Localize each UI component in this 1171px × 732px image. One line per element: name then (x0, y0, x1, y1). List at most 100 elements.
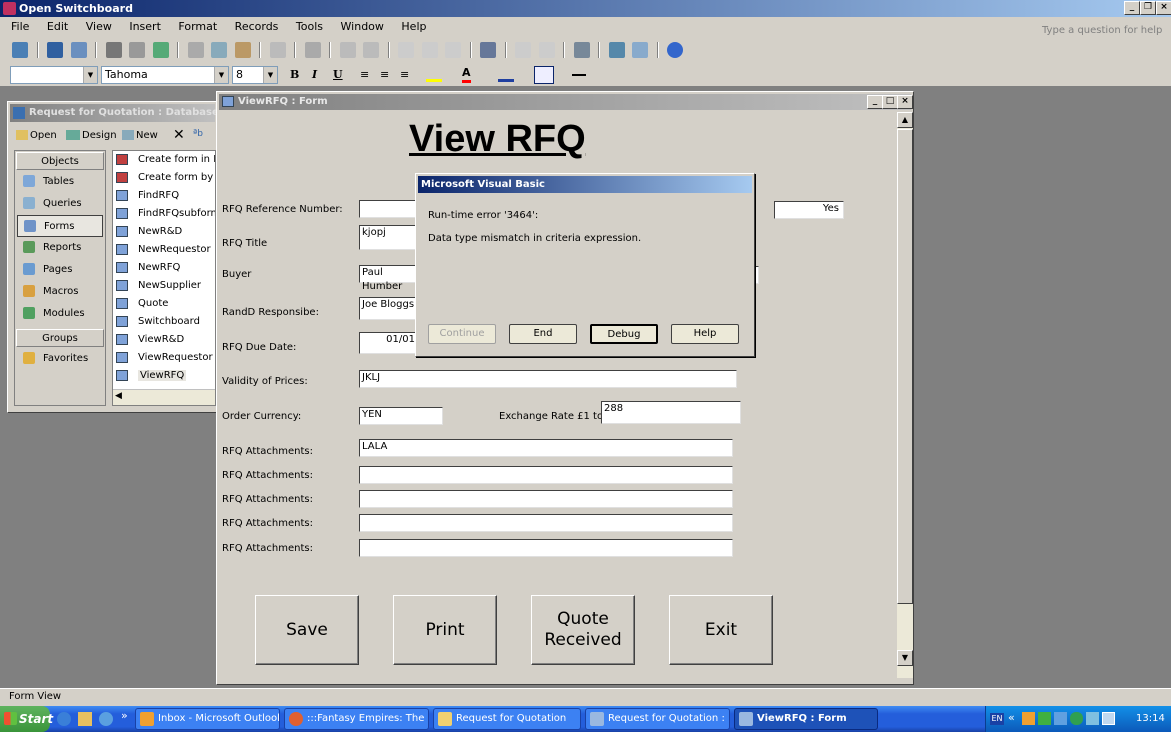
italic-icon[interactable]: I (312, 68, 317, 81)
exit-button[interactable]: Exit (669, 595, 773, 665)
help-button[interactable]: Help (671, 324, 739, 344)
restore-button[interactable]: ❐ (1140, 1, 1156, 15)
quick-launch-browser-icon[interactable] (99, 712, 113, 726)
objects-header[interactable]: Objects (16, 152, 104, 170)
scroll-down-icon[interactable]: ▼ (897, 650, 913, 666)
properties-icon[interactable] (573, 42, 590, 58)
menu-view[interactable]: View (79, 17, 119, 37)
quick-launch-ie-icon[interactable] (57, 712, 71, 726)
objects-pages[interactable]: Pages (17, 259, 103, 281)
help-question-input[interactable]: Type a question for help (1035, 21, 1169, 41)
list-item[interactable]: Quote (113, 295, 215, 313)
menu-file[interactable]: File (4, 17, 36, 37)
print-button[interactable]: Print (393, 595, 497, 665)
attachment-field[interactable]: LALA (359, 439, 733, 457)
attachment-field[interactable] (359, 539, 733, 557)
scroll-up-icon[interactable]: ▲ (897, 112, 913, 128)
tray-security-icon[interactable] (1038, 712, 1051, 725)
list-item[interactable]: NewR&D (113, 223, 215, 241)
scroll-thumb[interactable] (897, 129, 913, 604)
spelling-icon[interactable] (152, 42, 169, 58)
rfq-title-field[interactable]: kjopj (359, 225, 419, 250)
form-minimize-button[interactable]: _ (867, 95, 883, 109)
filter-by-form-icon[interactable] (421, 42, 438, 58)
objects-tables[interactable]: Tables (17, 171, 103, 193)
file-search-icon[interactable] (70, 42, 87, 58)
tray-app-icon[interactable] (1022, 712, 1035, 725)
scroll-left-icon[interactable]: ◀ (115, 391, 122, 401)
list-item[interactable]: NewRFQ (113, 259, 215, 277)
line-width-icon[interactable] (572, 74, 586, 76)
menu-help[interactable]: Help (394, 17, 433, 37)
exchange-rate-field[interactable]: 288 (601, 401, 741, 424)
taskbar-task[interactable]: Request for Quotation (433, 708, 581, 730)
form-close-button[interactable]: × (897, 95, 913, 109)
list-item[interactable]: ViewRequestor (113, 349, 215, 367)
object-combo[interactable]: ▼ (10, 66, 98, 84)
undo-icon[interactable] (269, 42, 286, 58)
list-item[interactable]: NewSupplier (113, 277, 215, 295)
view-icon[interactable] (12, 42, 28, 58)
tray-monitor-icon[interactable] (1102, 712, 1115, 725)
list-item[interactable]: Create form in De (113, 151, 215, 169)
large-icons-icon[interactable]: ªb (193, 129, 203, 139)
list-item[interactable]: Switchboard (113, 313, 215, 331)
tray-device-icon[interactable] (1086, 712, 1099, 725)
list-item[interactable]: ViewR&D (113, 331, 215, 349)
taskbar-task[interactable]: Inbox - Microsoft Outlook (135, 708, 280, 730)
quote-received-button[interactable]: Quote Received (531, 595, 635, 665)
list-item[interactable]: FindRFQsubform (113, 205, 215, 223)
tray-expand-icon[interactable]: « (1008, 711, 1015, 724)
line-color-icon[interactable] (498, 68, 514, 82)
align-center-icon[interactable]: ≡ (380, 68, 389, 81)
sort-ascending-icon[interactable] (339, 42, 356, 58)
open-button[interactable]: Open (16, 130, 57, 141)
groups-favorites[interactable]: Favorites (17, 348, 103, 370)
copy-icon[interactable] (211, 42, 227, 58)
font-color-icon[interactable]: A (462, 66, 471, 83)
continue-button[interactable]: Continue (428, 324, 496, 344)
tray-network-icon[interactable] (1054, 712, 1067, 725)
objects-reports[interactable]: Reports (17, 237, 103, 259)
new-object-icon[interactable] (632, 42, 648, 58)
taskbar-task[interactable]: Request for Quotation : ... (585, 708, 730, 730)
tray-messenger-icon[interactable] (1070, 712, 1083, 725)
horizontal-scrollbar[interactable]: ◀ (113, 389, 215, 405)
cut-icon[interactable] (187, 42, 204, 58)
bold-icon[interactable]: B (290, 68, 299, 81)
apply-filter-icon[interactable] (445, 42, 461, 58)
taskbar-task-active[interactable]: ViewRFQ : Form (734, 708, 878, 730)
list-item[interactable]: FindRFQ (113, 187, 215, 205)
save-icon[interactable] (47, 42, 63, 58)
close-button[interactable]: × (1156, 1, 1171, 15)
objects-queries[interactable]: Queries (17, 193, 103, 215)
menu-edit[interactable]: Edit (40, 17, 75, 37)
font-name-combo[interactable]: Tahoma ▼ (101, 66, 229, 84)
list-item-selected[interactable]: ViewRFQ (113, 367, 215, 385)
buyer-field[interactable]: Paul Humber (359, 265, 419, 292)
font-size-combo[interactable]: 8 ▼ (232, 66, 278, 84)
attachment-field[interactable] (359, 514, 733, 532)
paste-icon[interactable] (234, 42, 251, 58)
delete-icon[interactable]: ✕ (173, 127, 185, 143)
database-window-icon[interactable] (608, 42, 625, 58)
print-icon[interactable] (105, 42, 122, 58)
vertical-scrollbar[interactable]: ▲ ▼ (897, 112, 913, 678)
menu-insert[interactable]: Insert (122, 17, 168, 37)
list-item[interactable]: NewRequestor (113, 241, 215, 259)
fill-color-icon[interactable] (426, 68, 442, 82)
border-style-icon[interactable] (534, 66, 554, 84)
quick-launch-more-icon[interactable]: » (121, 709, 128, 722)
currency-field[interactable]: YEN (359, 407, 443, 425)
form-maximize-button[interactable]: □ (882, 95, 898, 109)
attachment-field[interactable] (359, 490, 733, 508)
rnd-responsible-field[interactable]: Joe Bloggs (359, 297, 419, 320)
underline-icon[interactable]: U (333, 68, 343, 81)
start-button[interactable]: Start (0, 706, 53, 732)
menu-tools[interactable]: Tools (289, 17, 330, 37)
design-button[interactable]: Design (66, 130, 117, 141)
objects-modules[interactable]: Modules (17, 303, 103, 325)
new-button[interactable]: New (122, 130, 158, 141)
delete-record-icon[interactable] (538, 42, 555, 58)
hyperlink-icon[interactable] (304, 42, 321, 58)
